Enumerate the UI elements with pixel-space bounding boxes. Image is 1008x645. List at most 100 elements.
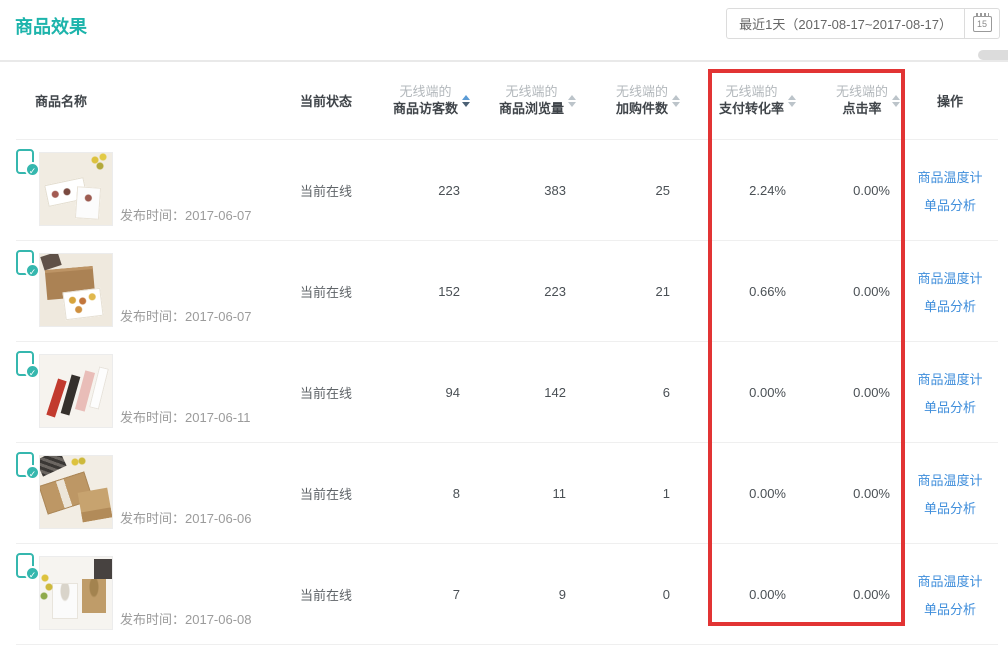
product-image[interactable] [39, 455, 113, 529]
product-image[interactable] [39, 253, 113, 327]
topbar: 商品效果 最近1天（2017-08-17~2017-08-17） 15 [0, 0, 1008, 60]
ctr-cell: 0.00% [798, 140, 902, 240]
visitors-cell: 152 [368, 241, 472, 341]
cart-adds-cell: 25 [578, 140, 682, 240]
date-range-button[interactable]: 最近1天（2017-08-17~2017-08-17） 15 [726, 8, 1000, 39]
views-cell: 142 [472, 342, 578, 442]
status-cell: 当前在线 [284, 443, 368, 543]
calendar-day: 15 [973, 16, 992, 32]
views-cell: 383 [472, 140, 578, 240]
cart-adds-cell: 6 [578, 342, 682, 442]
product-thermometer-link[interactable]: 商品温度计 [917, 470, 982, 489]
page-title: 商品效果 [15, 13, 87, 39]
sort-icon[interactable] [788, 95, 796, 107]
scrollbar-thumb[interactable] [978, 50, 1008, 60]
mobile-online-icon [16, 553, 34, 578]
visitors-cell: 94 [368, 342, 472, 442]
visitors-cell: 8 [368, 443, 472, 543]
sort-icon[interactable] [568, 95, 576, 107]
col-wireless-visitors[interactable]: 无线端的商品访客数 [368, 62, 472, 139]
table-row: 发布时间：2017-06-07 当前在线 152 223 21 0.66% 0.… [16, 241, 998, 342]
actions-cell: 商品温度计 单品分析 [902, 443, 998, 543]
cart-adds-cell: 1 [578, 443, 682, 543]
visitors-cell: 223 [368, 140, 472, 240]
cart-adds-cell: 21 [578, 241, 682, 341]
col-wireless-pay-conversion[interactable]: 无线端的支付转化率 [682, 62, 798, 139]
single-item-analysis-link[interactable]: 单品分析 [924, 599, 976, 618]
check-badge-icon [25, 465, 40, 480]
check-badge-icon [25, 263, 40, 278]
mobile-online-icon [16, 452, 34, 477]
check-badge-icon [25, 162, 40, 177]
status-cell: 当前在线 [284, 342, 368, 442]
col-actions: 操作 [902, 62, 998, 139]
product-thermometer-link[interactable]: 商品温度计 [917, 167, 982, 186]
col-wireless-cart-adds[interactable]: 无线端的加购件数 [578, 62, 682, 139]
col-label: 支付转化率 [719, 100, 784, 117]
product-cell: 发布时间：2017-06-07 [16, 241, 284, 341]
product-thermometer-link[interactable]: 商品温度计 [917, 369, 982, 388]
actions-cell: 商品温度计 单品分析 [902, 241, 998, 341]
col-prefix: 无线端的 [393, 84, 458, 100]
product-image[interactable] [39, 354, 113, 428]
col-prefix: 无线端的 [616, 84, 668, 100]
ctr-cell: 0.00% [798, 241, 902, 341]
col-wireless-views[interactable]: 无线端的商品浏览量 [472, 62, 578, 139]
product-thermometer-link[interactable]: 商品温度计 [917, 268, 982, 287]
cart-adds-cell: 0 [578, 544, 682, 644]
check-badge-icon [25, 566, 40, 581]
ctr-cell: 0.00% [798, 443, 902, 543]
publish-date: 发布时间：2017-06-11 [120, 407, 251, 426]
mobile-online-icon [16, 250, 34, 275]
single-item-analysis-link[interactable]: 单品分析 [924, 296, 976, 315]
product-cell: 发布时间：2017-06-08 [16, 544, 284, 644]
publish-date: 发布时间：2017-06-08 [120, 609, 252, 628]
calendar-icon[interactable]: 15 [965, 16, 999, 32]
single-item-analysis-link[interactable]: 单品分析 [924, 195, 976, 214]
sort-icon[interactable] [892, 95, 900, 107]
pay-conversion-cell: 0.00% [682, 544, 798, 644]
visitors-cell: 7 [368, 544, 472, 644]
sort-icon[interactable] [462, 95, 470, 107]
product-image[interactable] [39, 152, 113, 226]
status-cell: 当前在线 [284, 544, 368, 644]
product-cell: 发布时间：2017-06-11 [16, 342, 284, 442]
product-table: 商品名称 当前状态 无线端的商品访客数 无线端的商品浏览量 无线端的加购件数 无… [16, 62, 998, 645]
table-row: 发布时间：2017-06-06 当前在线 8 11 1 0.00% 0.00% … [16, 443, 998, 544]
col-label: 商品浏览量 [499, 100, 564, 117]
publish-date: 发布时间：2017-06-07 [120, 205, 252, 224]
col-label: 加购件数 [616, 100, 668, 117]
single-item-analysis-link[interactable]: 单品分析 [924, 498, 976, 517]
status-cell: 当前在线 [284, 140, 368, 240]
col-prefix: 无线端的 [719, 84, 784, 100]
col-wireless-ctr[interactable]: 无线端的点击率 [798, 62, 902, 139]
col-prefix: 无线端的 [499, 84, 564, 100]
status-cell: 当前在线 [284, 241, 368, 341]
views-cell: 223 [472, 241, 578, 341]
table-row: 发布时间：2017-06-07 当前在线 223 383 25 2.24% 0.… [16, 140, 998, 241]
actions-cell: 商品温度计 单品分析 [902, 342, 998, 442]
publish-date: 发布时间：2017-06-07 [120, 306, 252, 325]
col-product-name: 商品名称 [16, 62, 284, 139]
pay-conversion-cell: 2.24% [682, 140, 798, 240]
pay-conversion-cell: 0.00% [682, 443, 798, 543]
mobile-online-icon [16, 351, 34, 376]
table-row: 发布时间：2017-06-11 当前在线 94 142 6 0.00% 0.00… [16, 342, 998, 443]
ctr-cell: 0.00% [798, 342, 902, 442]
publish-date: 发布时间：2017-06-06 [120, 508, 252, 527]
pay-conversion-cell: 0.00% [682, 342, 798, 442]
actions-cell: 商品温度计 单品分析 [902, 140, 998, 240]
table-row: 发布时间：2017-06-08 当前在线 7 9 0 0.00% 0.00% 商… [16, 544, 998, 645]
sort-icon[interactable] [672, 95, 680, 107]
col-status: 当前状态 [284, 62, 368, 139]
product-thermometer-link[interactable]: 商品温度计 [917, 571, 982, 590]
date-range-label: 最近1天（2017-08-17~2017-08-17） [727, 14, 964, 33]
views-cell: 9 [472, 544, 578, 644]
col-prefix: 无线端的 [836, 84, 888, 100]
product-cell: 发布时间：2017-06-06 [16, 443, 284, 543]
single-item-analysis-link[interactable]: 单品分析 [924, 397, 976, 416]
mobile-online-icon [16, 149, 34, 174]
product-image[interactable] [39, 556, 113, 630]
product-performance-page: 商品效果 最近1天（2017-08-17~2017-08-17） 15 商品名称… [0, 0, 1008, 645]
product-cell: 发布时间：2017-06-07 [16, 140, 284, 240]
